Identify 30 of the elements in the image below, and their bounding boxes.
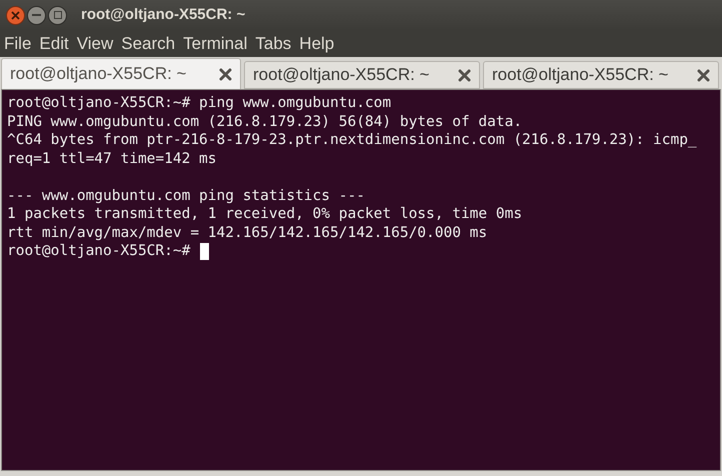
tab[interactable]: root@oltjano-X55CR: ~ [483, 61, 719, 89]
terminal-line: ^C64 bytes from ptr-216-8-179-23.ptr.nextdimensioninc.com (216.8.179.23): icmp_ [7, 131, 698, 150]
menu-item[interactable]: Terminal [183, 30, 248, 56]
close-icon [11, 10, 20, 20]
close-icon[interactable] [458, 68, 471, 82]
maximize-icon [54, 11, 62, 19]
menu-item[interactable]: File [4, 30, 32, 56]
minimize-icon [32, 14, 41, 16]
menu-item[interactable]: Tabs [255, 30, 292, 56]
text-cursor [200, 242, 209, 260]
window-title: root@oltjano-X55CR: ~ [81, 4, 246, 25]
terminal-line: 1 packets transmitted, 1 received, 0% packet loss, time 0ms [7, 205, 524, 224]
close-icon[interactable] [697, 68, 710, 82]
terminal-area[interactable] [1, 89, 721, 471]
terminal-line: rtt min/avg/max/mdev = 142.165/142.165/142.165/0.000 ms [7, 224, 488, 242]
close-icon[interactable] [219, 68, 232, 80]
menu-item[interactable]: Help [299, 30, 334, 56]
terminal-line: req=1 ttl=47 time=142 ms [7, 150, 218, 168]
terminal-prompt: root@oltjano-X55CR:~# [7, 242, 190, 260]
menu-item[interactable]: Search [121, 30, 176, 56]
menu-item[interactable]: View [76, 30, 114, 56]
tab[interactable]: root@oltjano-X55CR: ~ [244, 61, 480, 89]
menu-item[interactable]: Edit [39, 30, 69, 56]
terminal-line: --- www.omgubuntu.com ping statistics --- [7, 186, 366, 205]
minimize-button[interactable] [27, 6, 46, 24]
terminal-line: PING www.omgubuntu.com (216.8.179.23) 56(84) bytes of data. [7, 112, 524, 131]
tab[interactable]: root@oltjano-X55CR: ~ [1, 58, 241, 89]
close-button[interactable] [6, 6, 25, 24]
terminal-line: root@oltjano-X55CR:~# ping www.omgubuntu.com [7, 94, 392, 112]
maximize-button[interactable] [48, 6, 67, 24]
